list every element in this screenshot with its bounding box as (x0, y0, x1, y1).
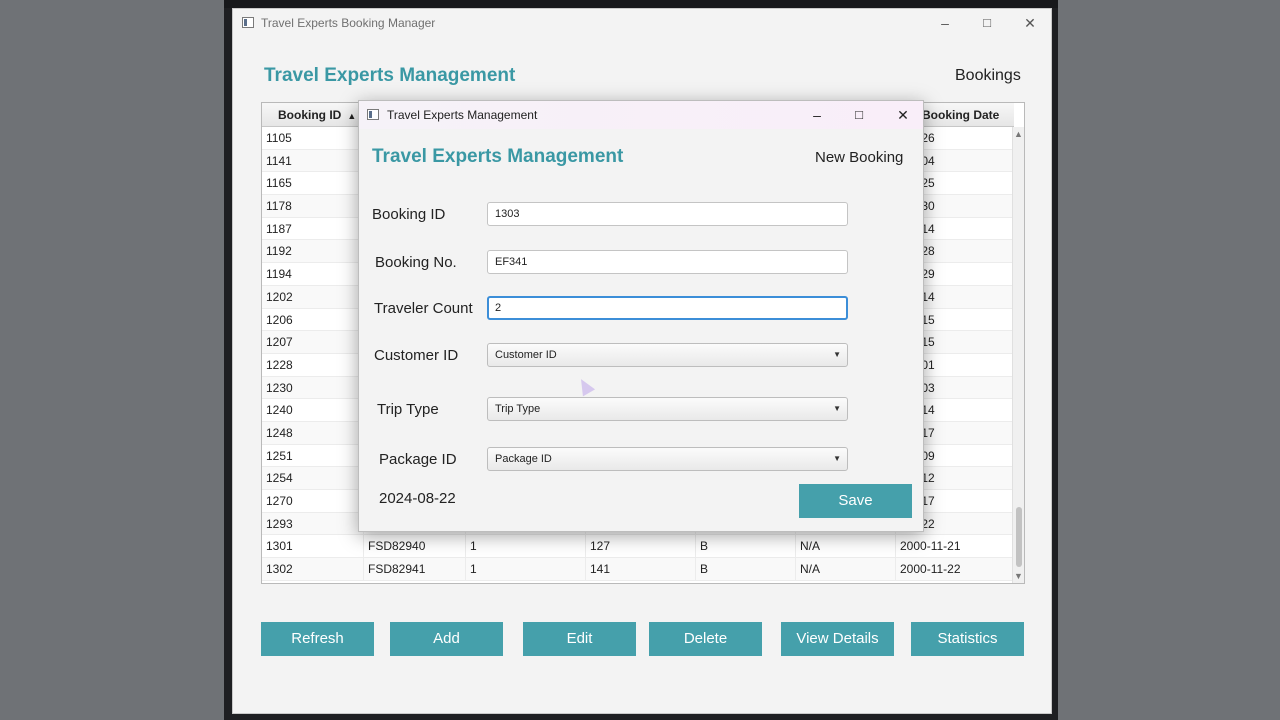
table-cell-pkg: N/A (796, 558, 896, 581)
table-cell-cust: 141 (586, 558, 696, 581)
table-cell-date: 2000-11-22 (896, 558, 1014, 581)
edit-button[interactable]: Edit (523, 622, 636, 656)
booking-id-input[interactable] (487, 202, 848, 226)
sort-ascending-icon: ▲ (347, 111, 357, 121)
table-cell-type: B (696, 558, 796, 581)
table-cell-id: 1230 (262, 376, 364, 399)
table-scrollbar[interactable]: ▲ ▼ (1012, 127, 1024, 583)
table-row[interactable]: 1302 FSD82941 1 141 B N/A 2000-11-22 (262, 558, 1014, 581)
trip-type-select[interactable]: Trip Type ▼ (487, 397, 848, 421)
table-cell-id: 1105 (262, 127, 364, 149)
table-cell-id: 1192 (262, 240, 364, 263)
package-id-select-value: Package ID (495, 453, 552, 465)
booking-date-text: 2024-08-22 (379, 490, 456, 507)
table-cell-id: 1254 (262, 467, 364, 490)
maximize-button[interactable]: □ (972, 13, 1002, 33)
table-cell-no: FSD82941 (364, 558, 466, 581)
table-cell-pkg: N/A (796, 535, 896, 558)
table-cell-id: 1206 (262, 308, 364, 331)
trip-type-select-value: Trip Type (495, 403, 541, 415)
scroll-down-icon[interactable]: ▼ (1014, 571, 1023, 581)
new-booking-dialog: Travel Experts Management – □ ✕ Travel E… (358, 100, 924, 532)
table-cell-no: FSD82940 (364, 535, 466, 558)
delete-button[interactable]: Delete (649, 622, 762, 656)
background-right (1058, 0, 1280, 720)
customer-id-select[interactable]: Customer ID ▼ (487, 343, 848, 367)
scrollbar-thumb[interactable] (1016, 507, 1022, 567)
customer-id-select-value: Customer ID (495, 349, 557, 361)
chevron-down-icon: ▼ (833, 350, 841, 359)
save-button[interactable]: Save (799, 484, 912, 518)
table-cell-id: 1301 (262, 535, 364, 558)
booking-no-label: Booking No. (375, 254, 457, 271)
table-cell-date: 2000-11-21 (896, 535, 1014, 558)
dialog-minimize-button[interactable]: – (802, 105, 832, 125)
customer-id-label: Customer ID (374, 347, 459, 364)
background-top-strip (224, 0, 1058, 8)
statistics-button[interactable]: Statistics (911, 622, 1024, 656)
dialog-maximize-button[interactable]: □ (844, 105, 874, 125)
refresh-button[interactable]: Refresh (261, 622, 374, 656)
close-button[interactable]: ✕ (1015, 13, 1045, 33)
table-cell-id: 1187 (262, 217, 364, 240)
add-button[interactable]: Add (390, 622, 503, 656)
main-titlebar[interactable]: Travel Experts Booking Manager – □ ✕ (233, 9, 1051, 39)
table-cell-count: 1 (466, 558, 586, 581)
view-details-button[interactable]: View Details (781, 622, 894, 656)
table-cell-id: 1293 (262, 512, 364, 535)
package-id-select[interactable]: Package ID ▼ (487, 447, 848, 471)
table-cell-id: 1141 (262, 149, 364, 172)
table-cell-id: 1240 (262, 399, 364, 422)
traveler-count-input[interactable] (487, 296, 848, 320)
table-cell-cust: 127 (586, 535, 696, 558)
minimize-button[interactable]: – (930, 13, 960, 33)
main-window-title: Travel Experts Booking Manager (261, 16, 436, 30)
package-id-label: Package ID (379, 451, 457, 468)
scroll-up-icon[interactable]: ▲ (1014, 129, 1023, 139)
app-title: Travel Experts Management (264, 65, 516, 86)
dialog-window-title: Travel Experts Management (387, 108, 538, 122)
table-cell-id: 1302 (262, 558, 364, 581)
booking-id-label: Booking ID (372, 206, 446, 223)
table-cell-id: 1202 (262, 285, 364, 308)
table-cell-id: 1251 (262, 444, 364, 467)
chevron-down-icon: ▼ (833, 404, 841, 413)
table-cell-id: 1248 (262, 421, 364, 444)
dialog-window-icon (367, 109, 379, 120)
trip-type-label: Trip Type (377, 401, 439, 418)
table-cell-id: 1228 (262, 353, 364, 376)
background-left (0, 0, 224, 720)
table-cell-id: 1207 (262, 331, 364, 354)
table-cell-id: 1165 (262, 172, 364, 195)
table-cell-type: B (696, 535, 796, 558)
app-window-icon (242, 17, 254, 28)
table-cell-id: 1194 (262, 263, 364, 286)
column-header-booking-id[interactable]: Booking ID ▲ (262, 103, 364, 127)
page-label: Bookings (955, 67, 1021, 84)
table-cell-count: 1 (466, 535, 586, 558)
table-cell-id: 1178 (262, 195, 364, 218)
dialog-close-button[interactable]: ✕ (888, 105, 918, 125)
booking-no-input[interactable] (487, 250, 848, 274)
dialog-titlebar[interactable]: Travel Experts Management – □ ✕ (359, 101, 923, 129)
traveler-count-label: Traveler Count (374, 300, 473, 317)
table-cell-id: 1270 (262, 490, 364, 512)
dialog-app-title: Travel Experts Management (372, 146, 624, 167)
table-row[interactable]: 1301 FSD82940 1 127 B N/A 2000-11-21 (262, 535, 1014, 559)
chevron-down-icon: ▼ (833, 454, 841, 463)
dialog-page-label: New Booking (815, 149, 904, 166)
